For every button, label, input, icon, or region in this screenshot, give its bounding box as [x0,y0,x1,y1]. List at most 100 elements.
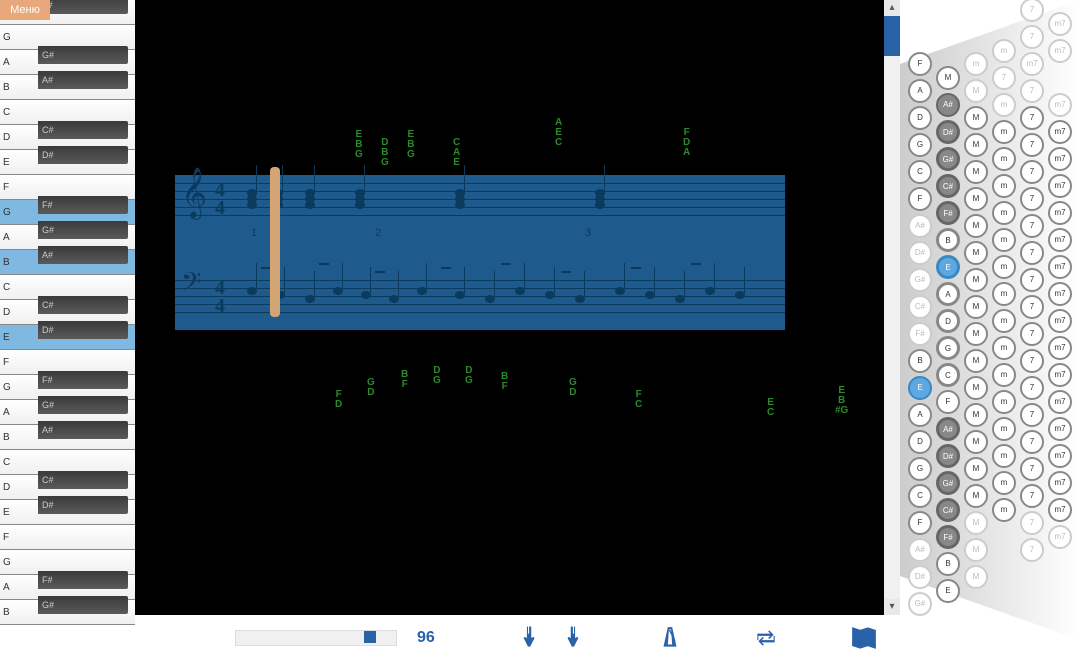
black-key[interactable]: F# [38,571,128,589]
accordion-button[interactable]: m [992,390,1016,414]
scroll-up-icon[interactable]: ▴ [884,0,900,16]
accordion-button[interactable]: m [992,471,1016,495]
black-key[interactable]: G# [38,46,128,64]
accordion-button[interactable]: C [908,160,932,184]
accordion-button[interactable]: M [964,79,988,103]
accordion-button[interactable]: M [964,565,988,589]
accordion-button[interactable]: m7 [1048,444,1072,468]
accordion-button[interactable]: M [964,430,988,454]
accordion-button[interactable]: M [964,538,988,562]
black-key[interactable]: D# [38,321,128,339]
accordion-button[interactable]: M [964,268,988,292]
accordion-button[interactable]: F# [908,322,932,346]
accordion-button[interactable]: M [964,484,988,508]
accordion-button[interactable]: M [964,376,988,400]
accordion-button[interactable]: M [964,457,988,481]
accordion-button[interactable]: m7 [1048,255,1072,279]
black-key[interactable]: G# [38,221,128,239]
accordion-button[interactable]: A [908,79,932,103]
tempo-slider[interactable] [235,630,397,646]
accordion-button[interactable]: D# [908,565,932,589]
accordion-button[interactable]: 7 [1020,376,1044,400]
accordion-button[interactable]: G [908,133,932,157]
accordion-button[interactable]: B [908,349,932,373]
accordion-button[interactable]: m [964,52,988,76]
accordion-button[interactable]: m [992,282,1016,306]
accordion-button[interactable]: m7 [1048,201,1072,225]
scroll-thumb[interactable] [884,16,900,56]
accordion-button[interactable]: 7 [1020,25,1044,49]
accordion-button[interactable]: A# [936,93,960,117]
accordion-button[interactable]: m [992,228,1016,252]
accordion-button[interactable]: 7 [1020,403,1044,427]
accordion-button[interactable]: 7 [1020,295,1044,319]
black-key[interactable]: F# [38,371,128,389]
accordion-button[interactable]: C [908,484,932,508]
accordion-button[interactable]: M [964,403,988,427]
accordion-button[interactable]: D# [908,241,932,265]
accordion-button[interactable]: G [936,336,960,360]
accordion-button[interactable]: 7 [1020,106,1044,130]
accordion-button[interactable]: 7 [1020,349,1044,373]
metronome-icon[interactable] [657,623,683,653]
accordion-button[interactable]: m7 [1048,390,1072,414]
accordion-button[interactable]: F [908,52,932,76]
scroll-down-icon[interactable]: ▾ [884,599,900,615]
black-key[interactable]: G# [38,596,128,614]
accordion-button[interactable]: m7 [1048,417,1072,441]
accordion-button[interactable]: 7 [1020,538,1044,562]
map-icon[interactable] [848,623,880,653]
accordion-button[interactable]: A [936,282,960,306]
accordion-button[interactable]: 7 [1020,322,1044,346]
accordion-button[interactable]: m7 [1048,525,1072,549]
accordion-button[interactable]: E [908,376,932,400]
accordion-button[interactable]: E [936,579,960,603]
accordion-button[interactable]: m7 [1048,12,1072,36]
accordion-button[interactable]: m7 [1048,120,1072,144]
accordion-button[interactable]: m7 [1048,228,1072,252]
accordion-button[interactable]: M [964,160,988,184]
accordion-button[interactable]: M [964,511,988,535]
black-key[interactable]: D# [38,146,128,164]
accordion-button[interactable]: m [992,174,1016,198]
accordion-button[interactable]: m [992,93,1016,117]
black-key[interactable]: F# [38,0,128,14]
accordion-button[interactable]: m7 [1020,52,1044,76]
accordion-button[interactable]: m [992,255,1016,279]
accordion-button[interactable]: m7 [1048,147,1072,171]
accordion-button[interactable]: 7 [1020,430,1044,454]
accordion-button[interactable]: G# [908,592,932,616]
accordion-button[interactable]: C# [936,174,960,198]
accordion-button[interactable]: A# [936,417,960,441]
score-staves[interactable]: 𝄞 𝄢 4 4 4 4 1 2 3 [175,175,785,330]
accordion-button[interactable]: F# [936,525,960,549]
accordion-button[interactable]: D [908,430,932,454]
accordion-button[interactable]: m7 [1048,363,1072,387]
accordion-button[interactable]: C# [936,498,960,522]
loop-icon[interactable] [753,623,779,653]
accordion-button[interactable]: 7 [1020,214,1044,238]
black-key[interactable]: A# [38,246,128,264]
accordion-button[interactable]: C# [908,295,932,319]
accordion-button[interactable]: 7 [1020,241,1044,265]
accordion-button[interactable]: 7 [1020,79,1044,103]
right-hand-icon[interactable] [561,623,587,653]
accordion-button[interactable]: E [936,255,960,279]
accordion-button[interactable]: m7 [1048,174,1072,198]
piano-keyboard[interactable]: GABCDEFGABCDEFGABCDEFGABF#G#A#C#D#F#G#A#… [0,0,135,661]
accordion-button[interactable]: M [936,66,960,90]
black-key[interactable]: G# [38,396,128,414]
menu-button[interactable]: Меню [0,0,50,20]
accordion-button[interactable]: m7 [1048,39,1072,63]
accordion-button[interactable]: 7 [1020,457,1044,481]
accordion-button[interactable]: D# [936,444,960,468]
accordion-button[interactable]: B [936,228,960,252]
accordion-button[interactable]: m7 [1048,336,1072,360]
black-key[interactable]: C# [38,471,128,489]
left-hand-icon[interactable] [515,623,541,653]
black-key[interactable]: C# [38,121,128,139]
accordion-button[interactable]: A [908,403,932,427]
accordion-button[interactable]: G# [936,147,960,171]
accordion-button[interactable]: m7 [1048,93,1072,117]
accordion-button[interactable]: G# [908,268,932,292]
